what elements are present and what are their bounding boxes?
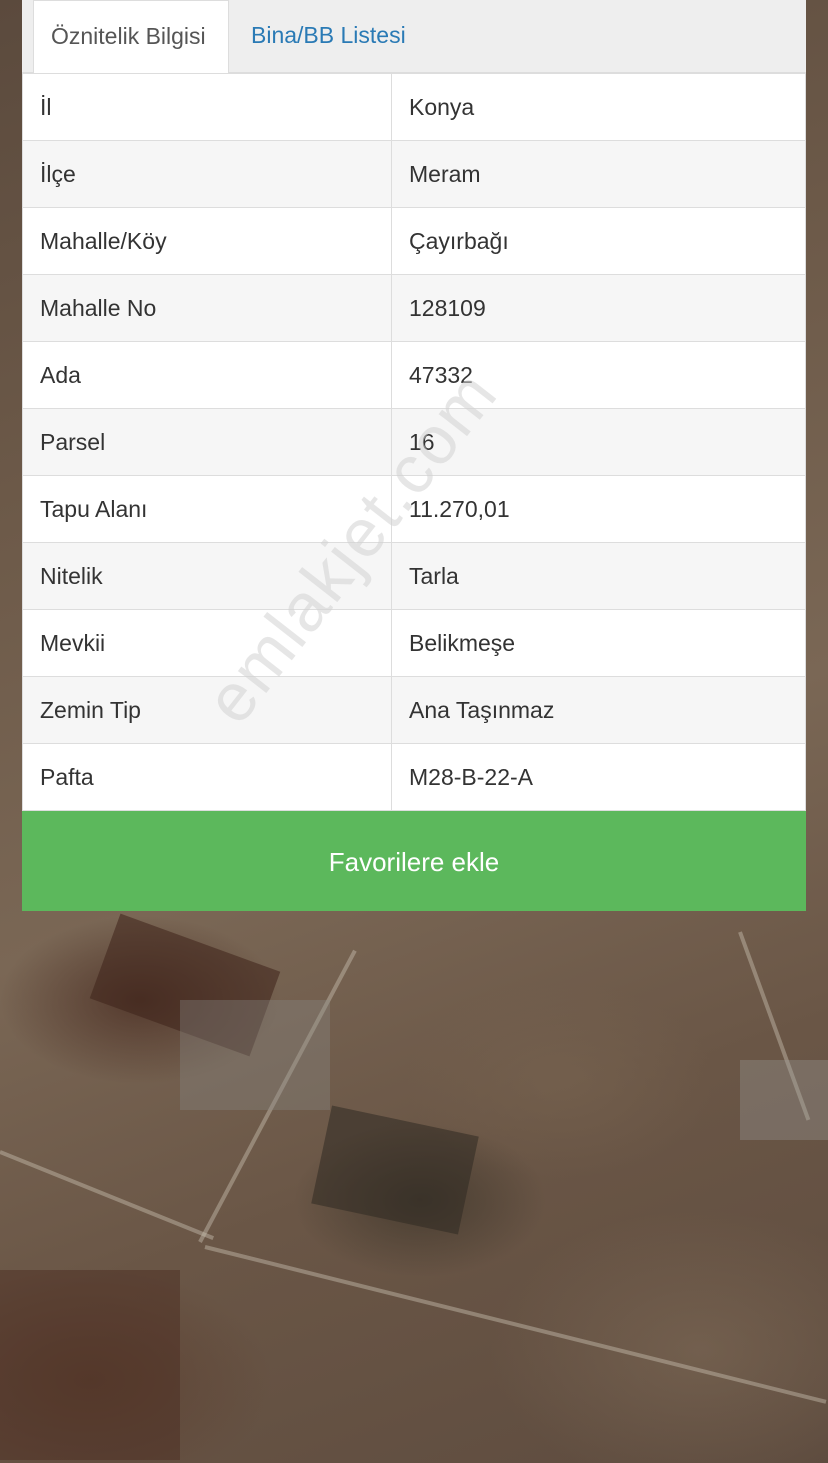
attribute-label: Pafta [22,743,392,811]
attribute-value: Belikmeşe [391,609,806,677]
table-row: Zemin Tip Ana Taşınmaz [22,676,806,744]
attribute-value: M28-B-22-A [391,743,806,811]
attribute-value: Çayırbağı [391,207,806,275]
attribute-table: İl Konya İlçe Meram Mahalle/Köy Çayırbağ… [22,73,806,811]
attribute-label: İl [22,73,392,141]
tab-bar: Öznitelik Bilgisi Bina/BB Listesi [22,0,806,73]
map-road [0,1150,215,1241]
table-row: Tapu Alanı 11.270,01 [22,475,806,543]
map-field [311,1105,479,1235]
map-settlement [740,1060,828,1140]
attribute-value: 16 [391,408,806,476]
add-to-favorites-button[interactable]: Favorilere ekle [22,811,806,911]
table-row: Ada 47332 [22,341,806,409]
attribute-label: Mahalle/Köy [22,207,392,275]
table-row: Mahalle No 128109 [22,274,806,342]
attribute-label: Zemin Tip [22,676,392,744]
table-row: Pafta M28-B-22-A [22,743,806,811]
attribute-value: 11.270,01 [391,475,806,543]
attribute-label: Mahalle No [22,274,392,342]
attribute-value: 128109 [391,274,806,342]
attribute-value: Konya [391,73,806,141]
table-row: Parsel 16 [22,408,806,476]
map-settlement [180,1000,330,1110]
attribute-value: Meram [391,140,806,208]
table-row: Mevkii Belikmeşe [22,609,806,677]
attribute-label: Mevkii [22,609,392,677]
attribute-value: Ana Taşınmaz [391,676,806,744]
attribute-label: Tapu Alanı [22,475,392,543]
attribute-label: İlçe [22,140,392,208]
attribute-value: Tarla [391,542,806,610]
attribute-label: Nitelik [22,542,392,610]
parcel-info-panel: Öznitelik Bilgisi Bina/BB Listesi İl Kon… [22,0,806,911]
table-row: İl Konya [22,73,806,141]
tab-attribute-info[interactable]: Öznitelik Bilgisi [33,0,229,73]
attribute-label: Ada [22,341,392,409]
attribute-value: 47332 [391,341,806,409]
table-row: Nitelik Tarla [22,542,806,610]
attribute-label: Parsel [22,408,392,476]
table-row: İlçe Meram [22,140,806,208]
tab-building-list[interactable]: Bina/BB Listesi [234,0,423,72]
table-row: Mahalle/Köy Çayırbağı [22,207,806,275]
map-field [0,1270,180,1460]
map-road [204,1245,827,1404]
